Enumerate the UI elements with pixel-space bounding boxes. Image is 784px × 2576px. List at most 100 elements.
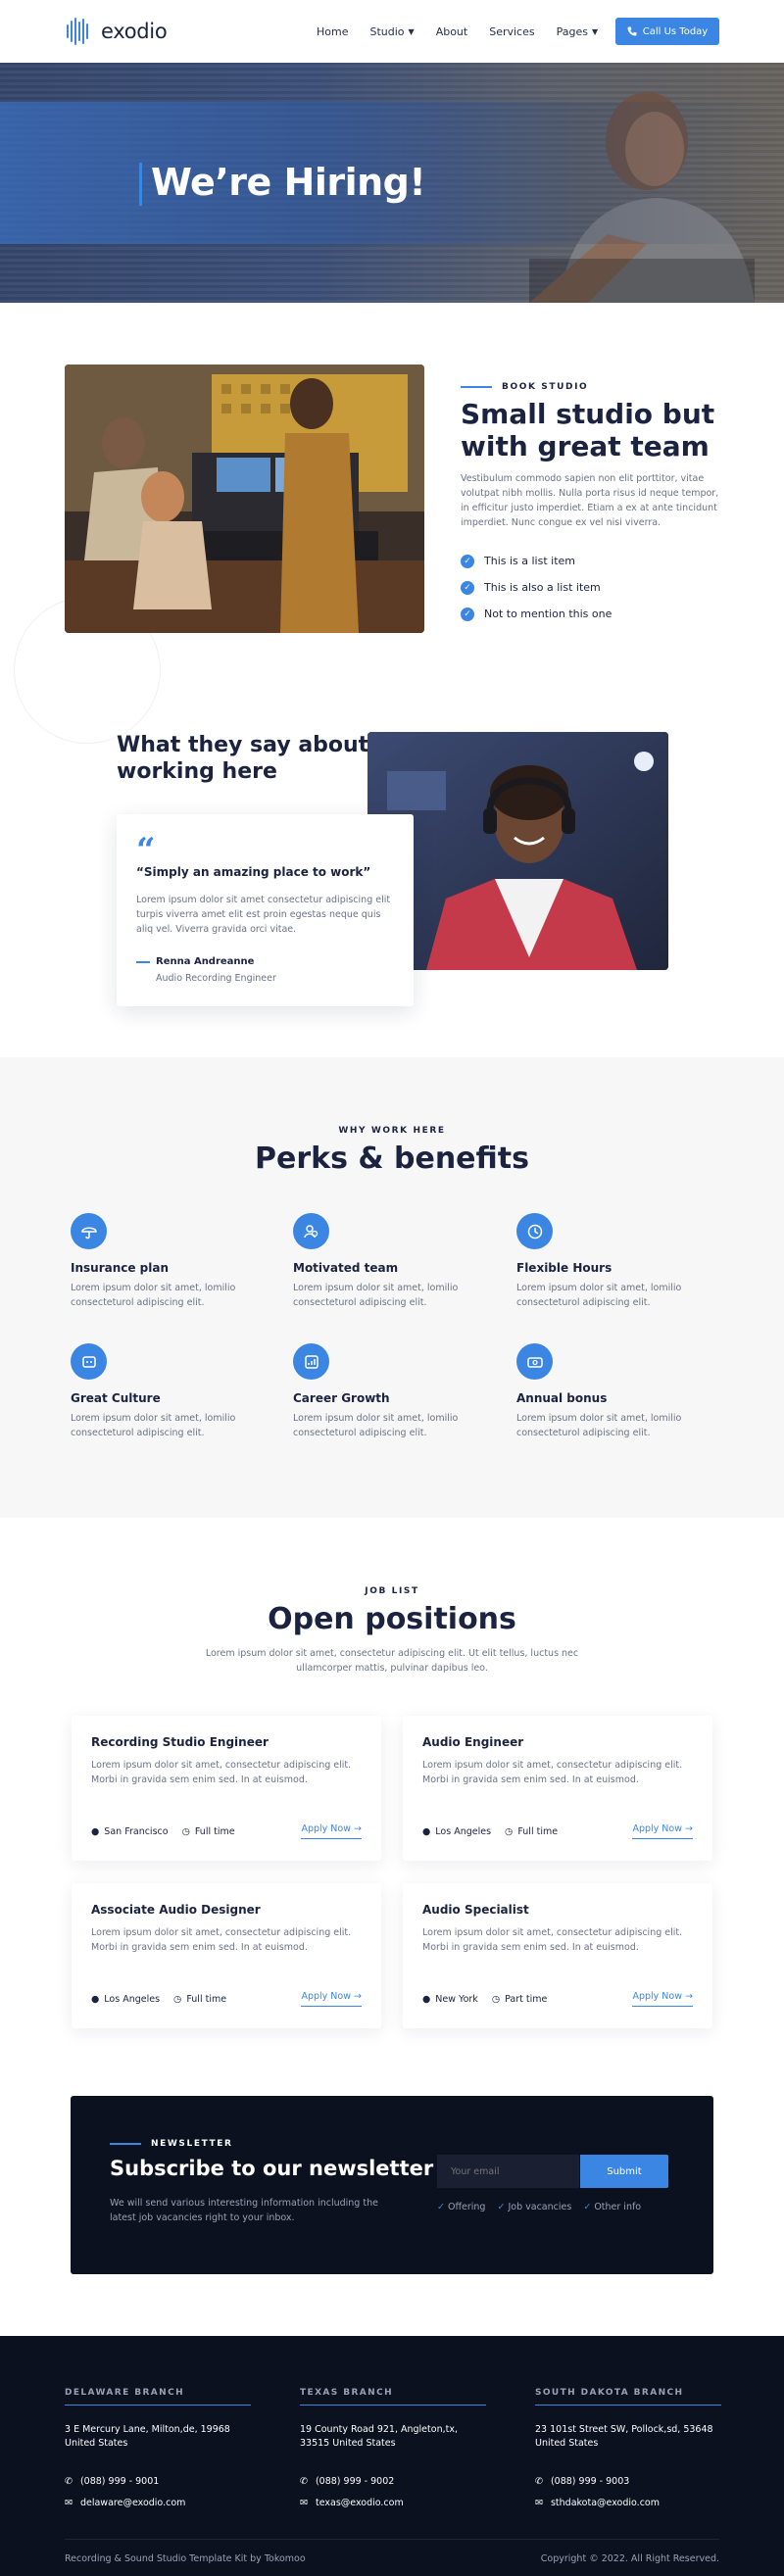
perk-text: Lorem ipsum dolor sit amet, lomilio cons… bbox=[516, 1283, 682, 1308]
tag-text: Offering bbox=[448, 2202, 486, 2212]
logo[interactable]: exodio bbox=[65, 17, 168, 46]
check-list: ✓ This is a list item ✓ This is also a lis… bbox=[461, 548, 612, 627]
perk-text: Lorem ipsum dolor sit amet, lomilio cons… bbox=[293, 1413, 459, 1438]
phone-icon: ✆ bbox=[535, 2475, 543, 2487]
newsletter-eyebrow: NEWSLETTER bbox=[110, 2139, 233, 2149]
branch-name: DELAWARE BRANCH bbox=[65, 2388, 251, 2406]
studio-eyebrow: BOOK STUDIO bbox=[461, 382, 588, 392]
apply-now-link[interactable]: Apply Now → bbox=[632, 1823, 693, 1839]
list-item-text: This is also a list item bbox=[484, 581, 601, 594]
tag-text: Job vacancies bbox=[508, 2202, 572, 2212]
clock-icon bbox=[516, 1213, 553, 1249]
job-meta: ● New York ◷ Part time bbox=[422, 1994, 547, 2005]
tag-item: ✓ Other info bbox=[583, 2202, 641, 2212]
branch-phone[interactable]: ✆ (088) 999 - 9001 bbox=[65, 2471, 251, 2491]
nav-item-home[interactable]: Home bbox=[317, 25, 348, 38]
perks-section: WHY WORK HERE Perks & benefits Insurance… bbox=[0, 1057, 784, 1518]
branch-email[interactable]: ✉ texas@exodio.com bbox=[300, 2493, 486, 2512]
email-text: delaware@exodio.com bbox=[79, 2497, 186, 2508]
chevron-down-icon: ▼ bbox=[408, 26, 415, 36]
job-location: ● New York bbox=[422, 1994, 478, 2005]
testimonial-card: “ “Simply an amazing place to work” Lore… bbox=[117, 814, 414, 1006]
studio-team-image bbox=[65, 365, 424, 633]
testimonial-section: What they say about working here “ “Simp… bbox=[0, 714, 784, 1057]
site-footer: DELAWARE BRANCH 3 E Mercury Lane, Milton… bbox=[0, 2336, 784, 2576]
branch-email[interactable]: ✉ sthdakota@exodio.com bbox=[535, 2493, 721, 2512]
nav-item-studio[interactable]: Studio ▼ bbox=[369, 25, 414, 38]
nav-item-services[interactable]: Services bbox=[489, 25, 534, 38]
job-meta: ● San Francisco ◷ Full time bbox=[91, 1826, 235, 1837]
list-item: ✓ This is also a list item bbox=[461, 574, 612, 601]
apply-now-link[interactable]: Apply Now → bbox=[301, 1991, 362, 2007]
branch-phone[interactable]: ✆ (088) 999 - 9002 bbox=[300, 2471, 486, 2491]
testimonial-title: What they say about working here bbox=[117, 733, 369, 784]
nav-item-pages[interactable]: Pages ▼ bbox=[557, 25, 599, 38]
phone-text: (088) 999 - 9001 bbox=[79, 2475, 160, 2487]
perks-eyebrow: WHY WORK HERE bbox=[338, 1126, 446, 1136]
footer-copyright: Copyright © 2022. All Right Reserved. bbox=[540, 2553, 719, 2564]
logo-icon bbox=[67, 18, 88, 45]
branch-name: SOUTH DAKOTA BRANCH bbox=[535, 2388, 721, 2406]
nav-label: Studio bbox=[369, 24, 405, 38]
apply-now-link[interactable]: Apply Now → bbox=[632, 1991, 693, 2007]
author-role: Audio Recording Engineer bbox=[156, 973, 276, 984]
main-nav: Home Studio ▼ About Services Pages ▼ bbox=[317, 0, 598, 63]
location-pin-icon: ● bbox=[422, 1826, 431, 1837]
hero-accent-bar bbox=[139, 163, 142, 206]
call-us-button[interactable]: Call Us Today bbox=[615, 18, 719, 45]
job-card: Recording Studio Engineer Lorem ipsum do… bbox=[72, 1716, 381, 1861]
phone-icon: ✆ bbox=[65, 2475, 73, 2487]
branch-address: 23 101st Street SW, Pollock,sd, 53648 Un… bbox=[535, 2424, 713, 2449]
accent-line bbox=[136, 961, 150, 963]
growth-chart-icon bbox=[293, 1343, 329, 1380]
apply-label: Apply Now bbox=[632, 1991, 682, 2002]
studio-section: BOOK STUDIO Small studio but with great … bbox=[0, 303, 784, 744]
job-title: Recording Studio Engineer bbox=[91, 1735, 269, 1749]
submit-button[interactable]: Submit bbox=[580, 2155, 668, 2188]
nav-label: Pages bbox=[556, 24, 588, 38]
job-card: Associate Audio Designer Lorem ipsum dol… bbox=[72, 1883, 381, 2028]
accent-line bbox=[110, 2142, 141, 2145]
quote-icon: “ bbox=[136, 831, 156, 870]
perk-title: Career Growth bbox=[293, 1391, 390, 1405]
email-input[interactable] bbox=[437, 2155, 579, 2188]
perks-title: Perks & benefits bbox=[255, 1142, 529, 1176]
branch-phone[interactable]: ✆ (088) 999 - 9003 bbox=[535, 2471, 721, 2491]
arrow-right-icon: → bbox=[685, 1823, 693, 1834]
arrow-right-icon: → bbox=[685, 1991, 693, 2002]
location-text: San Francisco bbox=[104, 1826, 169, 1837]
tag-item: ✓ Offering bbox=[437, 2202, 485, 2212]
apply-now-link[interactable]: Apply Now → bbox=[301, 1823, 362, 1839]
tag-item: ✓ Job vacancies bbox=[497, 2202, 571, 2212]
check-icon: ✓ bbox=[437, 2202, 445, 2212]
perk-text: Lorem ipsum dolor sit amet, lomilio cons… bbox=[71, 1413, 236, 1438]
mail-icon: ✉ bbox=[535, 2497, 543, 2508]
tag-text: Other info bbox=[594, 2202, 642, 2212]
type-text: Full time bbox=[186, 1994, 227, 2005]
check-circle-icon: ✓ bbox=[461, 607, 474, 621]
perk-text: Lorem ipsum dolor sit amet, lomilio cons… bbox=[293, 1283, 459, 1308]
mail-icon: ✉ bbox=[65, 2497, 73, 2508]
job-title: Associate Audio Designer bbox=[91, 1903, 261, 1917]
perk-title: Great Culture bbox=[71, 1391, 161, 1405]
job-location: ● Los Angeles bbox=[422, 1826, 491, 1837]
newsletter-box: NEWSLETTER Subscribe to our newsletter W… bbox=[71, 2096, 713, 2274]
perk-item: Insurance plan Lorem ipsum dolor sit ame… bbox=[71, 1213, 276, 1310]
phone-icon: ✆ bbox=[300, 2475, 308, 2487]
clock-icon: ◷ bbox=[181, 1826, 190, 1837]
phone-icon bbox=[627, 26, 637, 36]
nav-item-about[interactable]: About bbox=[436, 25, 468, 38]
job-title: Audio Specialist bbox=[422, 1903, 529, 1917]
branch-name: TEXAS BRANCH bbox=[300, 2388, 486, 2406]
logo-text: exodio bbox=[101, 20, 168, 43]
branch-email[interactable]: ✉ delaware@exodio.com bbox=[65, 2493, 251, 2512]
nav-label: Services bbox=[489, 24, 535, 38]
perk-item: Motivated team Lorem ipsum dolor sit ame… bbox=[293, 1213, 499, 1310]
apply-label: Apply Now bbox=[301, 1823, 351, 1834]
check-icon: ✓ bbox=[497, 2202, 506, 2212]
location-pin-icon: ● bbox=[422, 1994, 431, 2005]
job-type: ◷ Full time bbox=[505, 1826, 558, 1837]
list-item-text: This is a list item bbox=[484, 555, 576, 567]
jobs-section: JOB LIST Open positions Lorem ipsum dolo… bbox=[0, 1518, 784, 2096]
job-title: Audio Engineer bbox=[422, 1735, 524, 1749]
